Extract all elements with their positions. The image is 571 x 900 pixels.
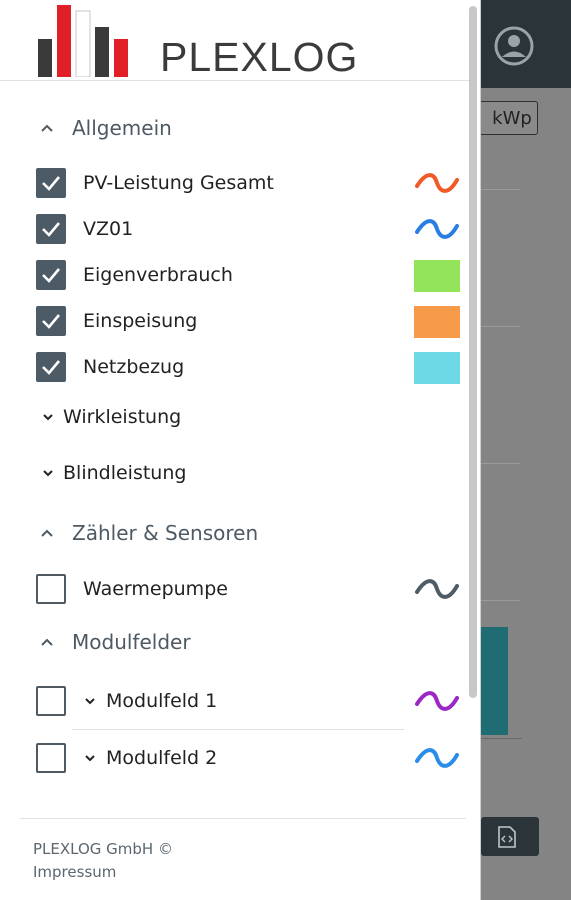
wave-legend-icon <box>415 691 459 711</box>
color-swatch <box>414 260 460 292</box>
header-divider <box>0 80 470 81</box>
chart-bar <box>480 627 508 735</box>
section-zaehler-sensoren[interactable]: Zähler & Sensoren <box>40 521 258 545</box>
grid-line <box>480 463 520 464</box>
footer: PLEXLOG GmbH © Impressum <box>33 838 173 884</box>
grid-line <box>480 189 520 190</box>
modulfeld-row-2[interactable]: Modulfeld 2 <box>36 743 460 773</box>
row-divider <box>72 729 404 730</box>
checkbox-checked[interactable] <box>36 306 66 336</box>
chevron-down-icon <box>43 470 53 477</box>
kwp-toggle[interactable]: kWp <box>476 101 538 135</box>
subgroup-wirkleistung[interactable]: Wirkleistung <box>42 406 181 428</box>
section-label: Zähler & Sensoren <box>72 521 259 545</box>
scrollbar-thumb[interactable] <box>469 6 477 698</box>
modulfeld-label: Modulfeld 1 <box>106 690 218 712</box>
series-drawer: PLEXLOG Allgemein PV-Leistung Gesamt VZ0… <box>0 0 481 900</box>
series-label: Netzbezug <box>83 356 185 378</box>
check-icon <box>42 222 60 237</box>
wave-legend-icon <box>415 579 459 599</box>
wave-legend-icon <box>415 173 459 193</box>
color-swatch <box>414 306 460 338</box>
account-icon[interactable] <box>494 26 534 66</box>
series-label: Einspeisung <box>83 310 198 332</box>
checkbox-unchecked[interactable] <box>36 574 66 604</box>
checkbox-checked[interactable] <box>36 260 66 290</box>
subgroup-label: Wirkleistung <box>63 406 182 428</box>
series-label: Eigenverbrauch <box>83 264 233 286</box>
footer-divider <box>20 818 466 819</box>
grid-line <box>480 326 520 327</box>
chevron-down-icon <box>43 414 53 421</box>
section-label: Allgemein <box>72 116 172 140</box>
brand-name: PLEXLOG <box>160 34 359 80</box>
sensor-label: Waermepumpe <box>83 578 228 600</box>
checkbox-checked[interactable] <box>36 168 66 198</box>
series-label: VZ01 <box>83 218 134 240</box>
modulfeld-row-1[interactable]: Modulfeld 1 <box>36 686 460 716</box>
plexlog-logo <box>38 5 128 77</box>
section-modulfelder[interactable]: Modulfelder <box>40 630 191 654</box>
checkbox-unchecked[interactable] <box>36 743 66 773</box>
chevron-down-icon[interactable] <box>84 695 96 707</box>
checkbox-checked[interactable] <box>36 214 66 244</box>
chart-axis <box>480 738 522 739</box>
grid-line <box>480 600 520 601</box>
impressum-link[interactable]: Impressum <box>33 861 173 884</box>
check-icon <box>42 176 60 191</box>
subgroup-label: Blindleistung <box>63 462 187 484</box>
wave-legend-icon <box>415 748 459 768</box>
chevron-down-icon[interactable] <box>84 752 96 764</box>
series-row-vz01[interactable]: VZ01 <box>36 214 460 244</box>
series-row-netzbezug[interactable]: Netzbezug <box>36 352 460 384</box>
file-code-icon <box>498 826 516 848</box>
sensor-row-waermepumpe[interactable]: Waermepumpe <box>36 574 460 604</box>
check-icon <box>42 360 60 375</box>
modulfeld-label: Modulfeld 2 <box>106 747 218 769</box>
kwp-label: kWp <box>492 107 532 129</box>
series-label: PV-Leistung Gesamt <box>83 172 274 194</box>
chevron-up-icon <box>41 124 53 132</box>
section-label: Modulfelder <box>72 630 191 654</box>
series-row-einspeisung[interactable]: Einspeisung <box>36 306 460 338</box>
checkbox-unchecked[interactable] <box>36 686 66 716</box>
wave-legend-icon <box>415 219 459 239</box>
series-row-pv-leistung[interactable]: PV-Leistung Gesamt <box>36 168 460 198</box>
series-row-eigenverbrauch[interactable]: Eigenverbrauch <box>36 260 460 292</box>
section-allgemein[interactable]: Allgemein <box>40 116 172 140</box>
subgroup-blindleistung[interactable]: Blindleistung <box>42 462 186 484</box>
check-icon <box>42 268 60 283</box>
chevron-up-icon <box>41 529 53 537</box>
check-icon <box>42 314 60 329</box>
company-copyright: PLEXLOG GmbH © <box>33 840 173 858</box>
checkbox-checked[interactable] <box>36 352 66 382</box>
chevron-up-icon <box>41 638 53 646</box>
color-swatch <box>414 352 460 384</box>
